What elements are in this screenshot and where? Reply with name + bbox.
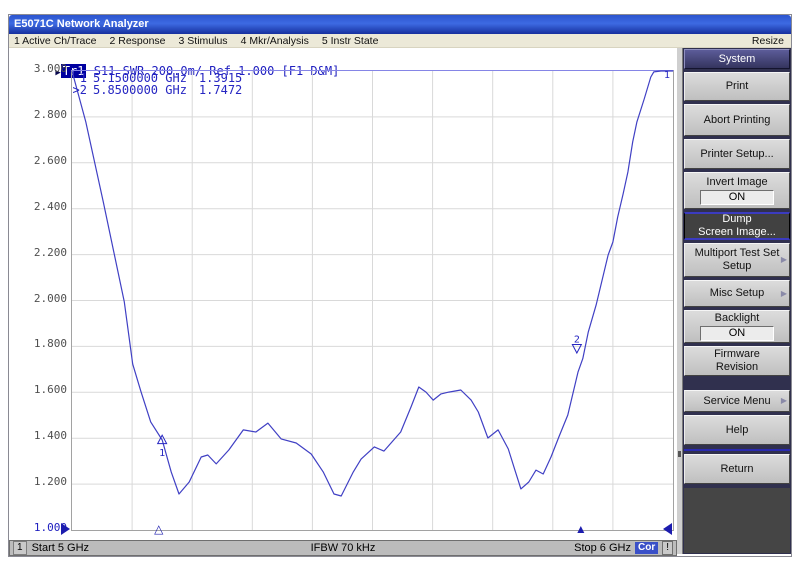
- menu-item-2[interactable]: 2 Response: [109, 34, 165, 47]
- softkey-return[interactable]: Return: [684, 454, 790, 484]
- marker-on-trace-label: 1: [159, 448, 165, 459]
- y-axis-tick-label: 2.000: [15, 292, 67, 306]
- y-axis-labels: 3.000 2.800 2.600 2.400 2.200 2.000 1.800 1.600…: [15, 48, 67, 556]
- submenu-arrow-icon: ▶: [781, 397, 787, 405]
- y-axis-tick-label: 2.200: [15, 246, 67, 260]
- menu-item-resize[interactable]: Resize: [752, 34, 784, 47]
- y-axis-tick-label: 2.400: [15, 200, 67, 214]
- correction-badge: Cor: [635, 542, 658, 554]
- marker-frequency: 5.8500000 GHz: [93, 85, 187, 97]
- softkey-service-menu[interactable]: Service Menu ▶: [684, 390, 790, 412]
- softkey-label: Multiport Test Set: [695, 247, 780, 260]
- softkey-print[interactable]: Print: [684, 72, 790, 101]
- softkey-label: Misc Setup: [710, 287, 764, 300]
- warning-badge: !: [662, 541, 673, 555]
- channel-number-badge: 1: [13, 541, 27, 555]
- softkey-state-value: ON: [700, 190, 774, 205]
- softkey-label-line2: Setup: [723, 260, 752, 273]
- title-bar[interactable]: E5071C Network Analyzer: [9, 15, 791, 34]
- marker-on-trace-label: 2: [574, 335, 580, 346]
- marker2-stimulus-icon[interactable]: ▲: [575, 523, 587, 535]
- softkey-label: Firmware: [714, 348, 760, 361]
- submenu-arrow-icon: ▶: [781, 290, 787, 298]
- softkey-label: Dump: [722, 213, 751, 226]
- softkey-backlight[interactable]: BacklightON: [684, 310, 790, 343]
- softkey-label: Printer Setup...: [700, 148, 773, 161]
- window-title: E5071C Network Analyzer: [14, 18, 149, 30]
- softkey-sidebar: System Print Abort Printing Printer Setup.…: [677, 48, 791, 554]
- status-bar: 1 Start 5 GHz IFBW 70 kHz Stop 6 GHz Cor…: [9, 540, 677, 556]
- y-axis-tick-label: 1.000: [15, 521, 67, 535]
- softkey-label: Abort Printing: [704, 114, 771, 127]
- marker-readout-row: >2 5.8500000 GHz 1.7472: [66, 85, 242, 97]
- y-axis-tick-label: 1.600: [15, 383, 67, 397]
- marker-value: 1.7472: [199, 85, 242, 97]
- softkey-label: Service Menu: [703, 395, 770, 408]
- softkey-abort-printing[interactable]: Abort Printing: [684, 104, 790, 136]
- softkey-printer-setup[interactable]: Printer Setup...: [684, 139, 790, 169]
- stop-frequency-label: Stop 6 GHz: [574, 542, 631, 554]
- softkey-dump[interactable]: DumpScreen Image...: [684, 212, 790, 240]
- sidebar-divider: [684, 449, 790, 451]
- softkey-label: Backlight: [715, 312, 760, 325]
- ref-level-left-icon: [61, 523, 70, 535]
- analyzer-window: E5071C Network Analyzer 1 Active Ch/Trac…: [8, 14, 792, 557]
- marker1-stimulus-icon[interactable]: △: [154, 523, 163, 535]
- y-axis-tick-label: 3.000: [15, 62, 67, 76]
- y-axis-tick-label: 1.200: [15, 475, 67, 489]
- sidebar-scrollbar[interactable]: [677, 48, 683, 554]
- softkey-label: Help: [726, 424, 749, 437]
- start-frequency-label: Start 5 GHz: [32, 542, 89, 554]
- menu-item-1[interactable]: 1 Active Ch/Trace: [14, 34, 96, 47]
- marker-on-trace-icon: [572, 345, 581, 354]
- y-axis-tick-label: 1.400: [15, 429, 67, 443]
- softkey-label-line2: Revision: [716, 361, 758, 374]
- menu-bar: 1 Active Ch/Trace 2 Response 3 Stimulus 4 M…: [9, 34, 791, 48]
- ref-level-right-icon: [663, 523, 672, 535]
- y-axis-tick-label: 2.800: [15, 108, 67, 122]
- menu-item-5[interactable]: 5 Instr State: [322, 34, 379, 47]
- graticule: 1 2 1: [71, 70, 674, 531]
- softkey-label: Return: [720, 463, 753, 476]
- softkey-label: Print: [726, 80, 749, 93]
- swr-chart: 1 2 1: [72, 71, 673, 530]
- softkey-label-line2: Screen Image...: [698, 226, 776, 239]
- softkey-firmware[interactable]: FirmwareRevision: [684, 346, 790, 376]
- softkey-invert-image[interactable]: Invert ImageON: [684, 172, 790, 209]
- softkey-label: Invert Image: [706, 176, 767, 189]
- menu-item-3[interactable]: 3 Stimulus: [179, 34, 228, 47]
- softkey-menu-title: System: [684, 49, 790, 69]
- y-axis-tick-label: 1.800: [15, 337, 67, 351]
- instrument-screen: ▶Tr1 S11 SWR 200.0m/ Ref 1.000 [F1 D&M] …: [9, 48, 791, 556]
- submenu-arrow-icon: ▶: [781, 256, 787, 264]
- softkey-multiport-test-set[interactable]: Multiport Test SetSetup ▶: [684, 243, 790, 277]
- marker-number: >2: [66, 85, 87, 97]
- marker-on-trace-label: 1: [664, 70, 670, 81]
- y-axis-tick-label: 2.600: [15, 154, 67, 168]
- marker-readout: 15.1500000 GHz1.3915>25.8500000 GHz1.747…: [66, 73, 242, 96]
- menu-item-4[interactable]: 4 Mkr/Analysis: [241, 34, 309, 47]
- softkey-state-value: ON: [700, 326, 774, 341]
- softkey-misc-setup[interactable]: Misc Setup ▶: [684, 280, 790, 307]
- sidebar-filler: [684, 488, 790, 553]
- softkey-help[interactable]: Help: [684, 415, 790, 445]
